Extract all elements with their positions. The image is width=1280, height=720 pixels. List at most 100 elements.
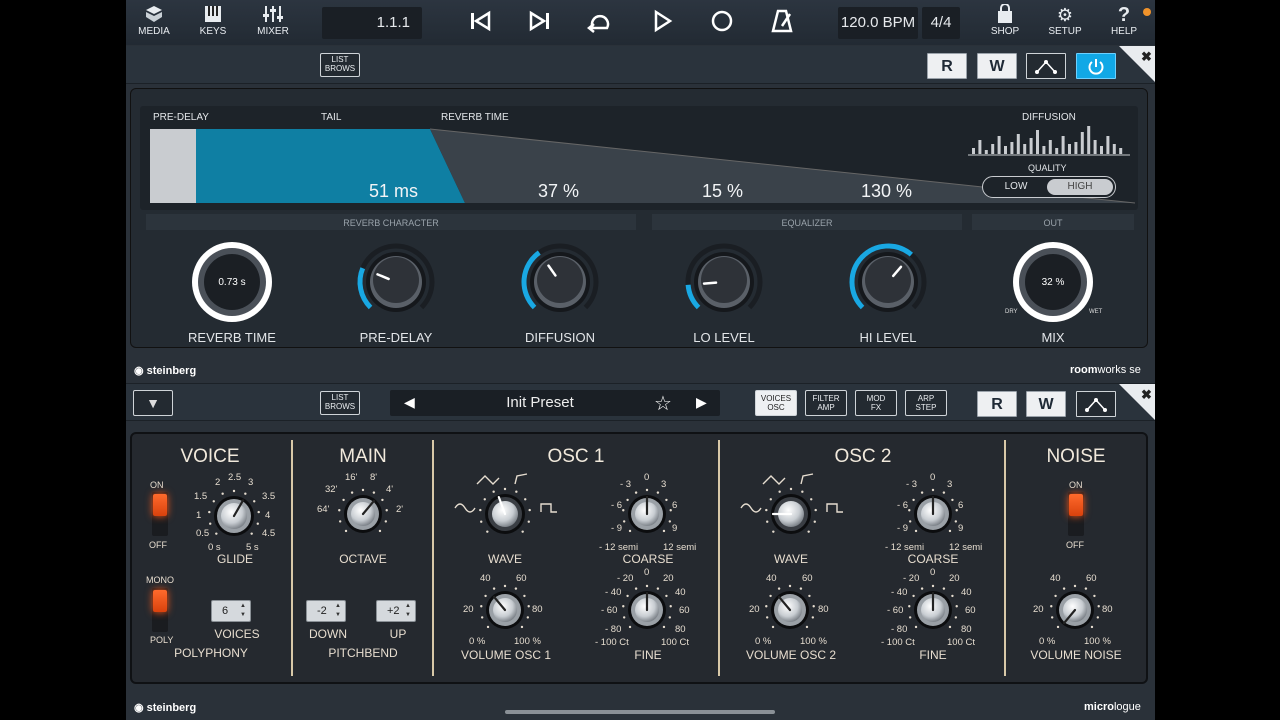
browse-label: BROWS	[324, 64, 356, 73]
osc2-wave-label: WAVE	[773, 552, 808, 566]
osc1-volume-knob[interactable]	[480, 584, 530, 629]
hi-level-value: 130 %	[861, 181, 913, 201]
out-section: OUT	[972, 214, 1134, 230]
osc2-volume-knob[interactable]	[765, 584, 815, 629]
micrologue-write-button[interactable]: W	[1026, 391, 1066, 417]
tab-line2: FX	[870, 403, 882, 412]
reverb-character-section: REVERB CHARACTER	[146, 214, 636, 230]
noise-volume-tick: 20	[1033, 604, 1044, 615]
lo-level-value: 15 %	[702, 181, 744, 201]
osc2-volume-tick: 40	[766, 573, 777, 584]
polyphony-label: POLYPHONY	[174, 646, 248, 660]
setup-button[interactable]: ⚙ SETUP	[1038, 4, 1092, 44]
pre-delay-value: 51 ms	[369, 181, 419, 201]
automation-icon	[1085, 398, 1107, 412]
diffusion-bar	[1055, 148, 1059, 154]
noise-volume-knob[interactable]	[1050, 584, 1100, 629]
osc2-coarse-tick: - 6	[897, 500, 909, 511]
osc2-fine-tick: 60	[965, 605, 976, 616]
voices-stepper[interactable]: 6	[211, 600, 251, 622]
skip-end-button[interactable]	[524, 8, 556, 38]
record-button[interactable]	[706, 8, 738, 38]
mixer-button[interactable]: MIXER	[246, 4, 300, 44]
diffusion-bar	[1042, 146, 1046, 154]
rewind-button[interactable]	[464, 8, 496, 38]
diffusion-knob[interactable]	[521, 243, 599, 312]
shop-button[interactable]: SHOP	[978, 3, 1032, 44]
osc1-fine-knob[interactable]	[622, 584, 672, 629]
micrologue-close-button[interactable]: ✖	[1119, 384, 1155, 420]
lo-level-knob[interactable]	[685, 243, 763, 312]
quality-low-option[interactable]: LOW	[985, 179, 1047, 195]
osc2-coarse-tick: 12 semi	[949, 542, 983, 553]
octave-knob[interactable]	[338, 488, 388, 533]
osc2-wave-knob[interactable]	[765, 487, 817, 534]
pitchbend-up-stepper[interactable]: +2	[376, 600, 416, 622]
diffusion-bar	[1016, 134, 1020, 154]
roomworks-close-button[interactable]: ✖	[1119, 46, 1155, 82]
quality-switch[interactable]: LOW HIGH	[982, 176, 1116, 198]
equalizer-section: EQUALIZER	[652, 214, 962, 230]
pre-delay-knob[interactable]	[357, 243, 435, 312]
next-preset-icon[interactable]: ▶	[696, 394, 707, 411]
product-name-bold: room	[1070, 364, 1098, 376]
micrologue-automation-button[interactable]	[1076, 391, 1116, 417]
pitchbend-down-stepper[interactable]: -2	[306, 600, 346, 622]
position-display[interactable]: 1.1.1	[322, 7, 422, 39]
noise-volume-label: VOLUME NOISE	[1030, 648, 1122, 662]
main-title: MAIN	[339, 446, 387, 467]
quality-high-option[interactable]: HIGH	[1047, 179, 1113, 195]
diffusion-bar	[1048, 140, 1052, 154]
osc1-volume-label: VOLUME OSC 1	[460, 648, 552, 662]
osc1-coarse-knob[interactable]	[622, 488, 672, 533]
micrologue-read-button[interactable]: R	[977, 391, 1017, 417]
osc1-fine-tick: - 100 Ct	[595, 637, 629, 648]
product-name-light: logue	[1113, 701, 1141, 713]
diffusion-bars-graphic	[968, 126, 1130, 156]
reverb-time-display-label: REVERB TIME	[441, 112, 509, 123]
play-button[interactable]	[646, 8, 678, 38]
roomworks-write-button[interactable]: W	[977, 53, 1017, 79]
glide-on-label: ON	[150, 480, 164, 490]
roomworks-automation-button[interactable]	[1026, 53, 1066, 79]
roomworks-list-browse-button[interactable]: LIST BROWS	[320, 53, 360, 77]
noise-switch[interactable]	[1068, 492, 1084, 536]
signature-display[interactable]: 4/4	[922, 7, 960, 39]
osc1-volume-tick: 0 %	[469, 636, 486, 647]
product-name-bold: micro	[1084, 701, 1114, 713]
diffusion-bar	[1061, 136, 1065, 154]
diffusion-bar	[1023, 144, 1027, 154]
star-icon[interactable]: ☆	[654, 391, 672, 416]
metronome-button[interactable]	[766, 8, 798, 38]
diffusion-bar	[1093, 140, 1097, 154]
osc2-coarse-knob[interactable]	[908, 488, 958, 533]
tab-voices[interactable]: VOICES OSC	[755, 390, 797, 416]
keys-button[interactable]: KEYS	[186, 4, 240, 44]
steinberg-wordmark: steinberg	[146, 702, 197, 714]
tab-filter[interactable]: FILTER AMP	[805, 390, 847, 416]
media-button[interactable]: MEDIA	[127, 4, 181, 44]
roomworks-read-button[interactable]: R	[927, 53, 967, 79]
osc2-fine-tick: - 40	[891, 587, 908, 598]
tab-arp[interactable]: ARP STEP	[905, 390, 947, 416]
shop-label: SHOP	[990, 26, 1020, 37]
collapse-button[interactable]: ▼	[133, 390, 173, 416]
hi-level-knob[interactable]	[849, 243, 927, 312]
micrologue-list-browse-button[interactable]: LIST BROWS	[320, 391, 360, 415]
osc1-wave-knob[interactable]	[479, 487, 531, 534]
mix-wet-label: WET	[1089, 309, 1103, 315]
record-icon	[711, 10, 733, 32]
glide-tick: 4	[265, 510, 271, 521]
glide-switch[interactable]	[152, 492, 168, 536]
glide-knob[interactable]	[208, 489, 260, 536]
tab-mod[interactable]: MOD FX	[855, 390, 897, 416]
roomworks-power-button[interactable]	[1076, 53, 1116, 79]
osc2-fine-knob[interactable]	[908, 584, 958, 629]
metronome-icon	[771, 9, 793, 33]
diffusion-bar	[991, 144, 995, 154]
loop-button[interactable]	[584, 8, 616, 38]
tab-line2: STEP	[915, 403, 937, 412]
mono-poly-switch[interactable]	[152, 588, 168, 632]
preset-selector[interactable]: ◀ Init Preset ☆ ▶	[390, 390, 720, 416]
tempo-display[interactable]: 120.0 BPM	[838, 7, 918, 39]
